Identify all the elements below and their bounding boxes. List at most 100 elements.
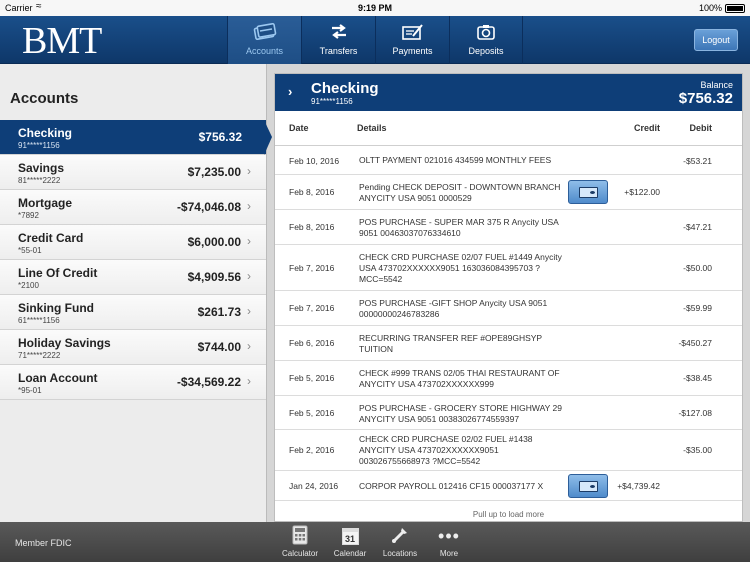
calendar-icon: 31 [325,525,375,547]
view-check-button[interactable] [568,180,608,204]
account-balance: $261.73 [197,305,241,319]
transaction-row[interactable]: Feb 5, 2016 POS PURCHASE - GROCERY STORE… [275,396,742,430]
chevron-right-icon: › [288,84,293,99]
locations-label: Locations [382,549,418,558]
transaction-debit: -$38.45 [683,373,712,383]
tab-deposits[interactable]: Deposits [449,16,523,64]
account-name: Checking [18,126,73,140]
transactions-header: Date Details Credit Debit [275,111,742,146]
transaction-debit: -$59.99 [683,303,712,313]
logout-button[interactable]: Logout [694,29,738,51]
account-name: Credit Card [18,231,84,245]
pull-to-load-more[interactable]: Pull up to load more [275,510,742,519]
transaction-details: POS PURCHASE - GROCERY STORE HIGHWAY 29 … [359,403,562,424]
calculator-label: Calculator [281,549,318,558]
deposits-icon [450,23,522,43]
account-balance: $756.32 [198,130,242,144]
account-balance: -$74,046.08 [176,200,241,214]
battery-icon [725,4,745,13]
account-balance: $4,909.56 [187,270,241,284]
transaction-row[interactable]: Feb 7, 2016 POS PURCHASE -GIFT SHOP Anyc… [275,291,742,326]
top-nav: BMT Accounts Transfers Payments Deposits… [0,16,750,64]
battery-percent: 100% [698,3,722,13]
more-button[interactable]: ••• More [424,525,474,558]
chevron-right-icon: › [247,269,251,283]
account-item-holiday-savings[interactable]: Holiday Savings 71*****2222 $744.00 › [0,330,266,365]
account-number: *55-01 [18,246,42,255]
transaction-debit: -$50.00 [683,263,712,273]
accounts-title: Accounts [10,90,79,107]
account-number: *7892 [18,211,39,220]
view-check-button[interactable] [568,474,608,498]
tab-payments-label: Payments [392,46,433,56]
selected-pointer [264,120,272,155]
transaction-date: Feb 8, 2016 [289,187,335,197]
transaction-date: Feb 5, 2016 [289,408,335,418]
bottom-toolbar: Member FDIC Calculator 31 Calendar Locat… [0,522,750,562]
transaction-debit: -$450.27 [678,338,712,348]
account-item-savings[interactable]: Savings 81*****2222 $7,235.00 › [0,155,266,190]
transaction-row[interactable]: Feb 10, 2016 OLTT PAYMENT 021016 434599 … [275,146,742,175]
transaction-row[interactable]: Feb 7, 2016 CHECK CRD PURCHASE 02/07 FUE… [275,245,742,291]
payments-icon [376,23,449,43]
account-number: 71*****2222 [18,351,61,360]
account-detail-panel: › Checking 91*****1156 Balance $756.32 D… [274,73,743,522]
account-name: Mortgage [18,196,72,210]
transaction-date: Feb 5, 2016 [289,373,335,383]
account-detail-header[interactable]: › Checking 91*****1156 Balance $756.32 [275,74,742,111]
tab-transfers[interactable]: Transfers [301,16,375,64]
locations-icon [375,525,425,547]
account-item-checking[interactable]: Checking 91*****1156 $756.32 [0,120,272,155]
calendar-button[interactable]: 31 Calendar [325,525,375,558]
column-credit: Credit [633,123,660,133]
account-name: Loan Account [18,371,98,385]
account-detail-name: Checking [311,80,379,97]
column-date: Date [289,123,309,133]
chevron-right-icon: › [247,164,251,178]
locations-button[interactable]: Locations [375,525,425,558]
account-item-credit-card[interactable]: Credit Card *55-01 $6,000.00 › [0,225,266,260]
transaction-details: Pending CHECK DEPOSIT - DOWNTOWN BRANCH … [359,182,561,203]
calculator-icon [275,525,325,547]
accounts-list: Checking 91*****1156 $756.32 Savings 81*… [0,120,272,400]
balance-amount: $756.32 [678,90,733,107]
account-number: *95-01 [18,386,42,395]
status-time: 9:19 PM [357,3,392,13]
account-name: Savings [18,161,65,175]
transaction-row[interactable]: Feb 8, 2016 Pending CHECK DEPOSIT - DOWN… [275,175,742,210]
transaction-details: CHECK CRD PURCHASE 02/02 FUEL #1438 ANYC… [359,434,533,466]
account-number: 61*****1156 [18,316,60,325]
tab-deposits-label: Deposits [468,46,504,56]
transaction-row[interactable]: Feb 2, 2016 CHECK CRD PURCHASE 02/02 FUE… [275,430,742,471]
transaction-debit: -$127.08 [678,408,712,418]
transaction-details: POS PURCHASE - SUPER MAR 375 R Anycity U… [359,217,559,238]
transaction-date: Feb 8, 2016 [289,222,335,232]
transaction-row[interactable]: Feb 6, 2016 RECURRING TRANSFER REF #OPE8… [275,326,742,361]
column-details: Details [357,123,387,133]
tab-accounts[interactable]: Accounts [227,16,301,64]
transaction-row[interactable]: Feb 8, 2016 POS PURCHASE - SUPER MAR 375… [275,210,742,245]
transaction-date: Jan 24, 2016 [289,481,339,491]
transaction-details: RECURRING TRANSFER REF #OPE89GHSYP TUITI… [359,333,542,354]
account-item-mortgage[interactable]: Mortgage *7892 -$74,046.08 › [0,190,266,225]
chevron-right-icon: › [247,374,251,388]
transaction-row[interactable]: Jan 24, 2016 CORPOR PAYROLL 012416 CF15 … [275,471,742,501]
transaction-row[interactable]: Feb 5, 2016 CHECK #999 TRANS 02/05 THAI … [275,361,742,396]
transaction-debit: -$35.00 [683,445,712,455]
account-balance: $7,235.00 [187,165,241,179]
transaction-details: CHECK CRD PURCHASE 02/07 FUEL #1449 Anyc… [359,252,562,284]
tab-payments[interactable]: Payments [375,16,449,64]
check-image-icon [579,187,598,198]
account-item-loan-account[interactable]: Loan Account *95-01 -$34,569.22 › [0,365,266,400]
more-icon: ••• [438,526,460,546]
calculator-button[interactable]: Calculator [275,525,325,558]
transaction-credit: +$4,739.42 [617,481,660,491]
column-debit: Debit [689,123,713,133]
transaction-details: OLTT PAYMENT 021016 434599 MONTHLY FEES [359,155,552,165]
account-item-line-of-credit[interactable]: Line Of Credit *2100 $4,909.56 › [0,260,266,295]
balance-label: Balance [700,80,733,90]
transaction-date: Feb 7, 2016 [289,263,335,273]
accounts-sidebar: Accounts Checking 91*****1156 $756.32 Sa… [0,64,272,522]
account-item-sinking-fund[interactable]: Sinking Fund 61*****1156 $261.73 › [0,295,266,330]
tab-transfers-label: Transfers [319,46,358,56]
